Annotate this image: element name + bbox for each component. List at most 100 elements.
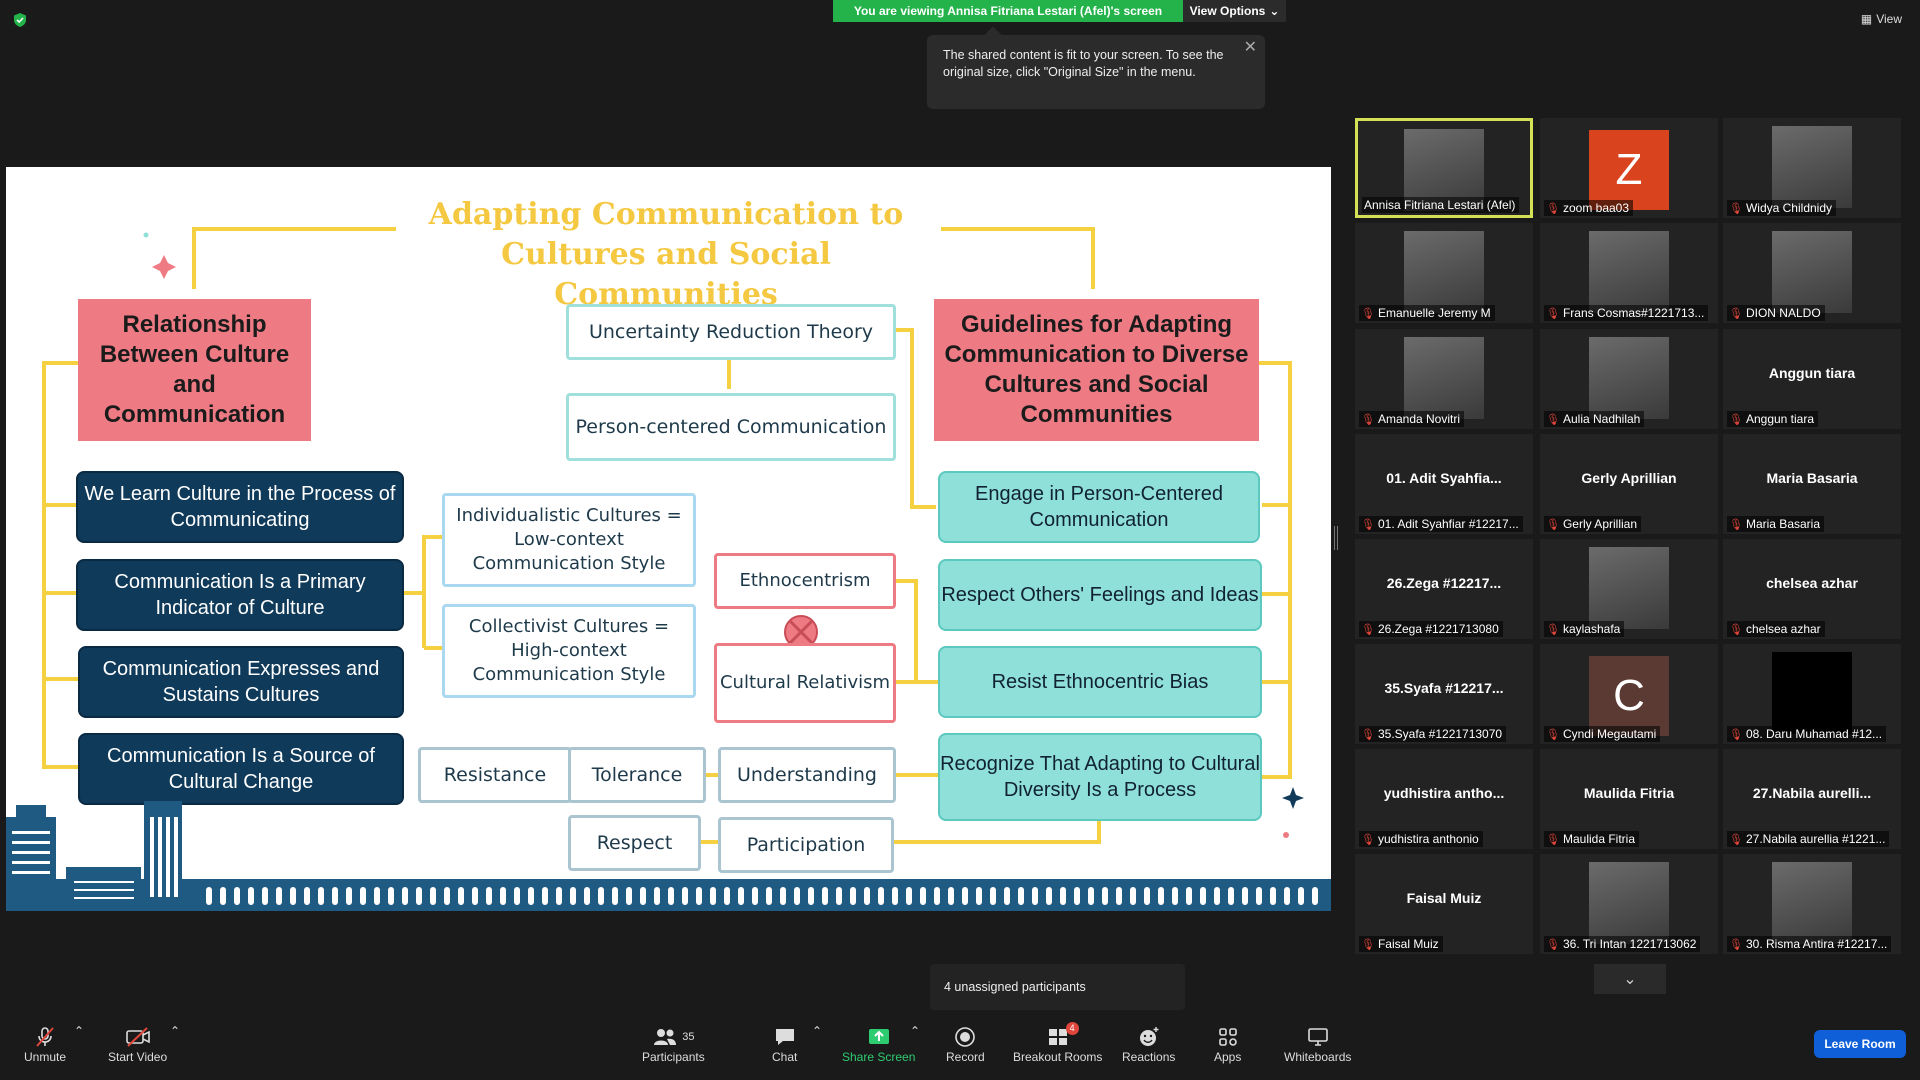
security-shield-icon[interactable] [12,12,28,28]
muted-mic-icon: 🎙 [1729,623,1743,636]
participant-tile[interactable]: Maulida Fitria 🎙 Maulida Fitria [1540,749,1718,849]
participant-tile[interactable]: Z 🎙 zoom baa03 [1540,118,1718,218]
participant-name-label: 🎙 Frans Cosmas#1221713... [1544,305,1709,321]
breakout-rooms-button[interactable]: 4 Breakout Rooms [1013,1022,1102,1064]
chat-options-caret[interactable]: ⌃ [812,1024,822,1038]
start-video-label: Start Video [108,1050,168,1064]
right-item-4: Recognize That Adapting to Cultural Dive… [938,733,1262,821]
stage-respect: Respect [568,815,701,871]
participant-display-name: 26.Zega #12217... [1386,575,1502,591]
participant-tile[interactable]: 01. Adit Syahfia... 🎙 01. Adit Syahfiar #1… [1355,434,1533,534]
participant-tile[interactable]: Maria Basaria 🎙 Maria Basaria [1723,434,1901,534]
participant-video [1589,231,1669,313]
participant-display-name: Maulida Fitria [1583,785,1675,801]
participant-name-label: 🎙 zoom baa03 [1544,200,1634,216]
start-video-button[interactable]: Start Video [108,1024,167,1064]
participant-name-label: 🎙 35.Syafa #1221713070 [1359,726,1507,742]
muted-mic-icon: 🎙 [1546,518,1560,531]
reactions-button[interactable]: Reactions [1122,1024,1175,1064]
participants-button[interactable]: 35 Participants [642,1024,705,1064]
participant-video [1404,231,1484,313]
unmute-button[interactable]: Unmute [24,1024,66,1064]
muted-mic-icon: 🎙 [1546,623,1560,636]
left-item-1: We Learn Culture in the Process of Commu… [76,471,404,543]
breakout-rooms-icon: 4 [1047,1022,1079,1050]
participant-tile[interactable]: Faisal Muiz 🎙 Faisal Muiz [1355,854,1533,954]
participant-display-name: Anggun tiara [1768,365,1856,381]
muted-mic-icon: 🎙 [1546,728,1560,741]
chat-button[interactable]: Chat [772,1024,797,1064]
participant-name-label: 🎙 Amanda Novitri [1359,411,1464,427]
apps-button[interactable]: Apps [1214,1024,1241,1064]
left-header: Relationship Between Culture and Communi… [78,299,311,441]
participant-tile[interactable]: 🎙 Frans Cosmas#1221713... [1540,223,1718,323]
participant-video [1589,337,1669,419]
participant-tile[interactable]: 🎙 30. Risma Antira #12217... [1723,854,1901,954]
participant-display-name: yudhistira antho... [1383,785,1505,801]
participant-tile[interactable]: 🎙 36. Tri Intan 1221713062 [1540,854,1718,954]
individualistic-cultures: Individualistic Cultures = Low-context C… [442,493,696,587]
gallery-next-page-button[interactable]: ⌄ [1594,964,1666,994]
panel-resize-handle[interactable] [1334,526,1338,550]
record-label: Record [946,1050,985,1064]
close-icon[interactable]: ✕ [1244,39,1257,56]
record-button[interactable]: Record [946,1024,985,1064]
participant-tile[interactable]: 🎙 Amanda Novitri [1355,329,1533,429]
participant-tile[interactable]: 26.Zega #12217... 🎙 26.Zega #1221713080 [1355,539,1533,639]
participants-label: Participants [642,1050,705,1064]
participant-tile[interactable]: 27.Nabila aurelli... 🎙 27.Nabila aurellia … [1723,749,1901,849]
participant-display-name: Gerly Aprillian [1581,470,1677,486]
participant-name: Cyndi Megautami [1562,727,1657,741]
whiteboards-button[interactable]: Whiteboards [1284,1024,1351,1064]
participant-name: Aulia Nadhilah [1562,412,1641,426]
share-screen-icon [867,1024,891,1050]
participant-tile[interactable]: 35.Syafa #12217... 🎙 35.Syafa #1221713070 [1355,644,1533,744]
video-options-caret[interactable]: ⌃ [170,1024,180,1038]
muted-mic-icon: 🎙 [1361,413,1375,426]
participant-name: 08. Daru Muhamad #12... [1745,727,1883,741]
view-options-button[interactable]: View Options ⌄ [1183,0,1286,22]
participant-name: Frans Cosmas#1221713... [1562,306,1705,320]
participant-name-label: 🎙 Widya Childnidy [1727,200,1837,216]
participant-tile[interactable]: 🎙 08. Daru Muhamad #12... [1723,644,1901,744]
participant-name: Maria Basaria [1745,517,1820,531]
stage-resistance: Resistance [418,747,572,803]
slide-title: Adapting Communication to Cultures and S… [428,197,904,312]
participant-tile[interactable]: 🎙 DION NALDO [1723,223,1901,323]
participant-tile[interactable]: Anggun tiara 🎙 Anggun tiara [1723,329,1901,429]
ethnocentrism: Ethnocentrism [714,553,896,609]
participant-video [1404,337,1484,419]
participant-tile[interactable]: 🎙 Widya Childnidy [1723,118,1901,218]
view-button[interactable]: ▦ View [1861,12,1902,26]
participant-name: Faisal Muiz [1377,937,1439,951]
participant-tile[interactable]: chelsea azhar 🎙 chelsea azhar [1723,539,1901,639]
breakout-badge: 4 [1065,1022,1079,1035]
participant-tile[interactable]: 🎙 Emanuelle Jeremy M [1355,223,1533,323]
participant-tile[interactable]: Gerly Aprillian 🎙 Gerly Aprillian [1540,434,1718,534]
leave-room-button[interactable]: Leave Room [1814,1030,1906,1058]
muted-mic-icon: 🎙 [1361,623,1375,636]
participant-name: Widya Childnidy [1745,201,1833,215]
unassigned-participants-notice: 4 unassigned participants [930,964,1185,1010]
audio-options-caret[interactable]: ⌃ [74,1024,84,1038]
participant-name-label: 🎙 Gerly Aprillian [1544,516,1641,532]
participant-name: 27.Nabila aurellia #1221... [1745,832,1886,846]
unmute-label: Unmute [24,1050,67,1064]
participant-tile[interactable]: Annisa Fitriana Lestari (Afel) [1355,118,1533,218]
right-item-1: Engage in Person-Centered Communication [938,471,1260,543]
muted-mic-icon: 🎙 [1546,202,1560,215]
share-screen-button[interactable]: Share Screen [842,1024,915,1064]
stage-participation: Participation [718,817,894,873]
muted-mic-icon: 🎙 [1546,307,1560,320]
participant-tile[interactable]: 🎙 Aulia Nadhilah [1540,329,1718,429]
participant-tile[interactable]: C 🎙 Cyndi Megautami [1540,644,1718,744]
bridge-skyline-decoration [6,879,1331,911]
stage-understanding: Understanding [718,747,896,803]
muted-mic-icon [34,1024,56,1050]
participant-tile[interactable]: yudhistira antho... 🎙 yudhistira anthonio [1355,749,1533,849]
right-header: Guidelines for Adapting Communication to… [934,299,1259,441]
participant-tile[interactable]: 🎙 kaylashafa [1540,539,1718,639]
left-item-4: Communication Is a Source of Cultural Ch… [78,733,404,805]
participant-name: yudhistira anthonio [1377,832,1479,846]
share-options-caret[interactable]: ⌃ [910,1024,920,1038]
